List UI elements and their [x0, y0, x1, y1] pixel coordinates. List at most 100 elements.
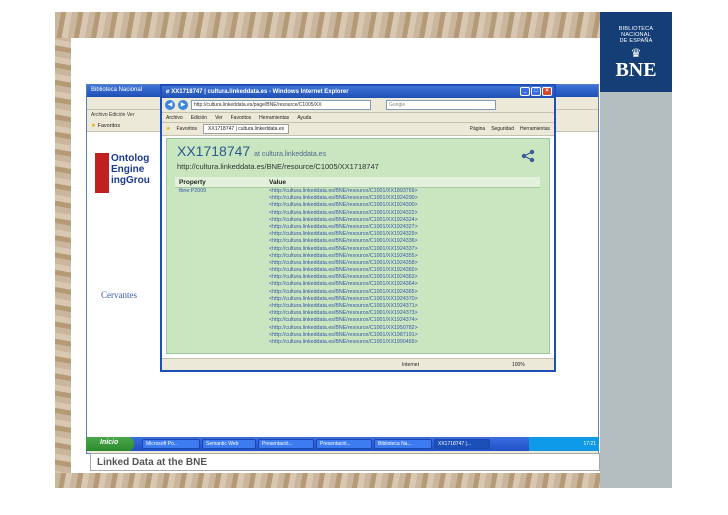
window-title: ℯ XX1718747 | cultura.linkeddata.es - Wi…: [162, 86, 554, 98]
table-row: <http://cultura.linkeddata.es/BNE/resour…: [175, 332, 540, 339]
start-button[interactable]: Inicio: [86, 437, 134, 451]
column-property: Property: [179, 179, 206, 186]
table-row: <http://cultura.linkeddata.es/BNE/resour…: [175, 217, 540, 224]
value-link[interactable]: <http://cultura.linkeddata.es/BNE/resour…: [269, 289, 418, 296]
table-row: <http://cultura.linkeddata.es/BNE/resour…: [175, 231, 540, 238]
value-link[interactable]: <http://cultura.linkeddata.es/BNE/resour…: [269, 195, 418, 202]
table-row: <http://cultura.linkeddata.es/BNE/resour…: [175, 260, 540, 267]
clock: 17:21: [583, 441, 596, 447]
table-row: <http://cultura.linkeddata.es/BNE/resour…: [175, 310, 540, 317]
star-icon: ★: [91, 123, 96, 129]
value-link[interactable]: <http://cultura.linkeddata.es/BNE/resour…: [269, 253, 418, 260]
table-header: Property Value: [175, 177, 540, 188]
taskbar-button[interactable]: Biblioteca Na...: [374, 439, 432, 449]
menu-edicion[interactable]: Edición: [191, 115, 207, 121]
favorites-bar: ★ Favoritos XX1718747 | cultura.linkedda…: [162, 123, 554, 136]
menu-archivo[interactable]: Archivo: [166, 115, 183, 121]
system-tray: 17:21: [529, 437, 599, 451]
maximize-button[interactable]: □: [531, 87, 541, 96]
menu-ayuda[interactable]: Ayuda: [297, 115, 311, 121]
front-browser-window[interactable]: ℯ XX1718747 | cultura.linkeddata.es - Wi…: [160, 84, 556, 372]
value-link[interactable]: <http://cultura.linkeddata.es/BNE/resour…: [269, 224, 418, 231]
value-link[interactable]: <http://cultura.linkeddata.es/BNE/resour…: [269, 274, 418, 281]
resource-at: at cultura.linkeddata.es: [254, 151, 327, 158]
page-menu[interactable]: Página: [470, 126, 486, 132]
table-row: <http://cultura.linkeddata.es/BNE/resour…: [175, 281, 540, 288]
slide-caption: Linked Data at the BNE: [90, 453, 600, 471]
close-button[interactable]: ×: [542, 87, 552, 96]
resource-uri[interactable]: http://cultura.linkeddata.es/BNE/resourc…: [177, 162, 379, 171]
table-row: fbne:P2009 <http://cultura.linkeddata.es/…: [175, 188, 540, 195]
table-row: <http://cultura.linkeddata.es/BNE/resour…: [175, 339, 540, 346]
property-link[interactable]: fbne:P2009: [179, 188, 206, 195]
value-link[interactable]: <http://cultura.linkeddata.es/BNE/resour…: [269, 303, 418, 310]
value-link[interactable]: <http://cultura.linkeddata.es/BNE/resour…: [269, 210, 418, 217]
search-input[interactable]: Google: [386, 100, 496, 110]
value-link[interactable]: <http://cultura.linkeddata.es/BNE/resour…: [269, 332, 418, 339]
resource-id: XX1718747: [177, 143, 251, 159]
value-link[interactable]: <http://cultura.linkeddata.es/BNE/resour…: [269, 188, 418, 195]
value-link[interactable]: <http://cultura.linkeddata.es/BNE/resour…: [269, 317, 418, 324]
menu-favoritos[interactable]: Favoritos: [231, 115, 252, 121]
share-icon[interactable]: [521, 149, 535, 163]
menu-bar: Archivo Edición Ver Favoritos Herramient…: [162, 113, 554, 123]
value-link[interactable]: <http://cultura.linkeddata.es/BNE/resour…: [269, 260, 418, 267]
table-row: <http://cultura.linkeddata.es/BNE/resour…: [175, 303, 540, 310]
table-row: <http://cultura.linkeddata.es/BNE/resour…: [175, 238, 540, 245]
marble-border-top: [55, 12, 600, 38]
value-link[interactable]: <http://cultura.linkeddata.es/BNE/resour…: [269, 325, 418, 332]
value-link[interactable]: <http://cultura.linkeddata.es/BNE/resour…: [269, 296, 418, 303]
value-link[interactable]: <http://cultura.linkeddata.es/BNE/resour…: [269, 339, 418, 346]
value-link[interactable]: <http://cultura.linkeddata.es/BNE/resour…: [269, 310, 418, 317]
cervantes-text: Cervantes: [101, 290, 137, 300]
table-row: <http://cultura.linkeddata.es/BNE/resour…: [175, 267, 540, 274]
taskbar-button[interactable]: XX1718747 |...: [434, 439, 490, 449]
column-value: Value: [269, 179, 286, 186]
status-zoom[interactable]: 100%: [512, 362, 525, 368]
taskbar-button[interactable]: Presentació...: [316, 439, 372, 449]
value-link[interactable]: <http://cultura.linkeddata.es/BNE/resour…: [269, 231, 418, 238]
value-link[interactable]: <http://cultura.linkeddata.es/BNE/resour…: [269, 246, 418, 253]
taskbar-button[interactable]: Microsoft Po...: [142, 439, 200, 449]
table-row: <http://cultura.linkeddata.es/BNE/resour…: [175, 289, 540, 296]
status-zone: Internet: [402, 362, 419, 368]
taskbar-button[interactable]: Semantic Web: [202, 439, 256, 449]
menu-herramientas[interactable]: Herramientas: [259, 115, 289, 121]
back-icon[interactable]: ◀: [165, 100, 175, 110]
taskbar-button[interactable]: Presentació...: [258, 439, 314, 449]
slide: { "slide": { "caption": "Linked Data at …: [0, 0, 728, 515]
favorites-label: Favoritos: [97, 123, 121, 129]
ie-icon: ℯ: [166, 89, 170, 95]
security-menu[interactable]: Seguridad: [491, 126, 514, 132]
oeg-logo: Ontolog Engine ingGrou: [95, 153, 161, 195]
oeg-line: Ontolog: [111, 153, 150, 164]
value-link[interactable]: <http://cultura.linkeddata.es/BNE/resour…: [269, 202, 418, 209]
value-link[interactable]: <http://cultura.linkeddata.es/BNE/resour…: [269, 217, 418, 224]
table-row: <http://cultura.linkeddata.es/BNE/resour…: [175, 202, 540, 209]
table-row: <http://cultura.linkeddata.es/BNE/resour…: [175, 224, 540, 231]
properties-table: Property Value fbne:P2009 <http://cultura…: [175, 177, 540, 346]
value-link[interactable]: <http://cultura.linkeddata.es/BNE/resour…: [269, 281, 418, 288]
menu-ver[interactable]: Ver: [215, 115, 223, 121]
table-row: <http://cultura.linkeddata.es/BNE/resour…: [175, 210, 540, 217]
forward-icon[interactable]: ▶: [178, 100, 188, 110]
browser-tab[interactable]: XX1718747 | cultura.linkeddata.es: [203, 124, 290, 134]
table-row: <http://cultura.linkeddata.es/BNE/resour…: [175, 325, 540, 332]
table-row: <http://cultura.linkeddata.es/BNE/resour…: [175, 296, 540, 303]
value-link[interactable]: <http://cultura.linkeddata.es/BNE/resour…: [269, 238, 418, 245]
address-input[interactable]: http://cultura.linkeddata.es/page/BNE/re…: [191, 100, 371, 110]
tools-menu[interactable]: Herramientas: [520, 126, 550, 132]
favorites-button[interactable]: Favoritos: [176, 126, 197, 132]
window-title-text: XX1718747 | cultura.linkeddata.es - Wind…: [171, 89, 349, 95]
table-row: <http://cultura.linkeddata.es/BNE/resour…: [175, 195, 540, 202]
resource-page: XX1718747 at cultura.linkeddata.es http:…: [166, 138, 550, 354]
oeg-line: ingGrou: [111, 175, 150, 186]
marble-border-left: [55, 38, 71, 488]
oeg-logo-block: [95, 153, 109, 193]
table-row: <http://cultura.linkeddata.es/BNE/resour…: [175, 274, 540, 281]
bne-logo: BIBLIOTECA NACIONAL DE ESPAÑA ♛ BNE: [600, 12, 672, 92]
value-link[interactable]: <http://cultura.linkeddata.es/BNE/resour…: [269, 267, 418, 274]
minimize-button[interactable]: _: [520, 87, 530, 96]
table-row: <http://cultura.linkeddata.es/BNE/resour…: [175, 317, 540, 324]
marble-border-bottom: [55, 473, 600, 488]
